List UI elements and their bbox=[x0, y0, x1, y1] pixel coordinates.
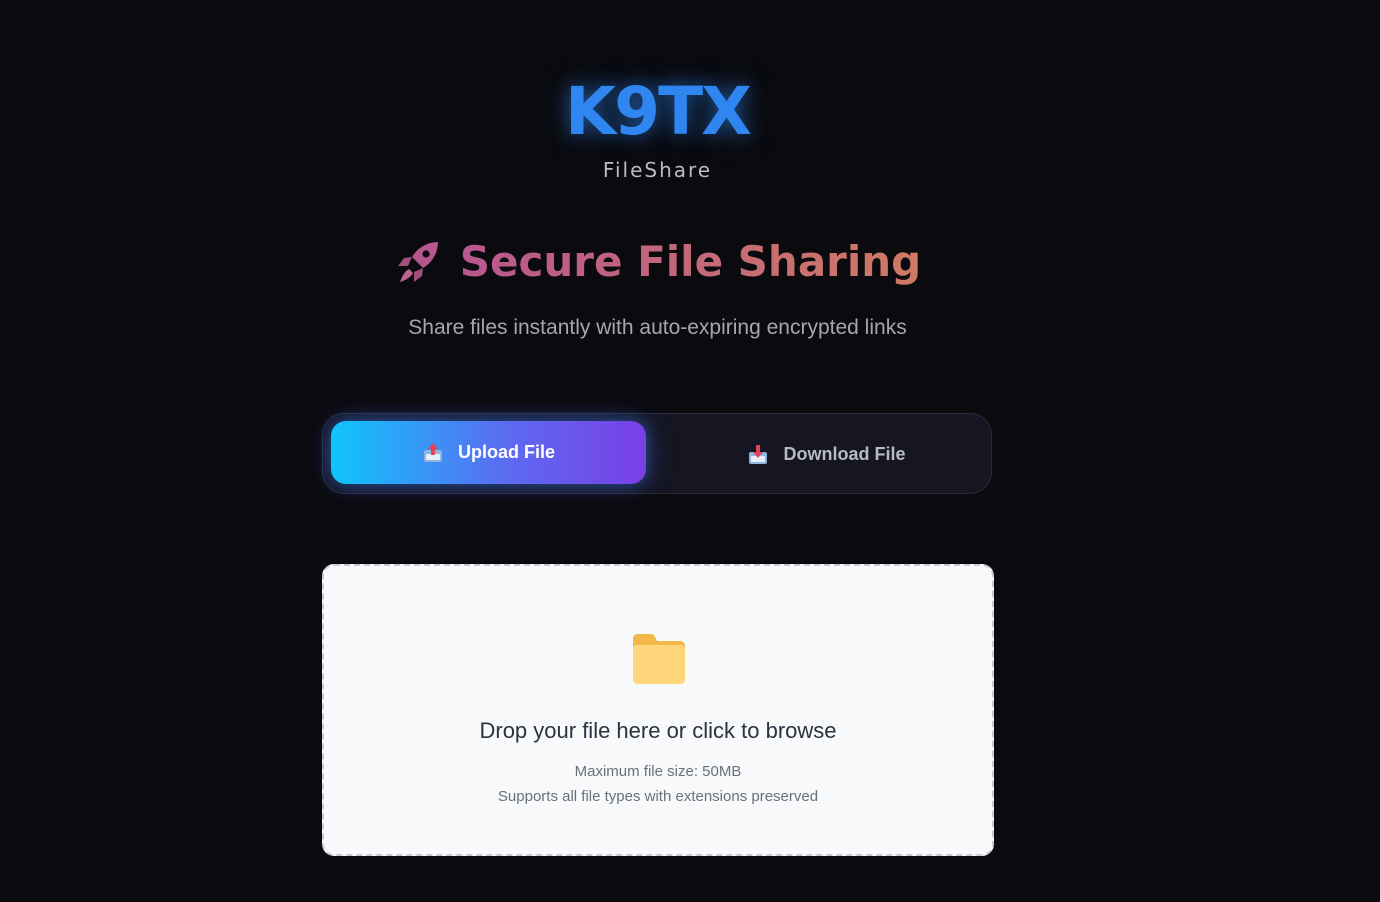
rocket-icon bbox=[397, 242, 438, 282]
max-file-size-note: Maximum file size: 50MB bbox=[574, 763, 742, 780]
supported-types-note: Supports all file types with extensions … bbox=[497, 788, 819, 805]
hero-subtitle: Share files instantly with auto-expiring… bbox=[408, 316, 907, 339]
brand-header: K9TX FileShare bbox=[0, 72, 1315, 182]
tab-upload-label: Upload File bbox=[457, 442, 555, 462]
folder-icon bbox=[633, 634, 685, 684]
hero-title-text: Secure File Sharing bbox=[460, 232, 922, 292]
download-tray-icon bbox=[749, 444, 768, 464]
hero: Secure File Sharing Share files instantl… bbox=[0, 232, 1315, 340]
tab-download[interactable]: Download File bbox=[669, 423, 984, 486]
logo-subtitle: FileShare bbox=[602, 158, 713, 182]
logo[interactable]: K9TX bbox=[0, 72, 1315, 152]
page: K9TX FileShare Secure File Sharing Share… bbox=[0, 0, 1380, 902]
hero-title: Secure File Sharing bbox=[394, 232, 922, 292]
file-dropzone[interactable]: Drop your file here or click to browse M… bbox=[322, 564, 994, 856]
tab-upload[interactable]: Upload File bbox=[331, 421, 646, 484]
mode-tabs: Upload File Download File bbox=[322, 413, 992, 494]
upload-tray-icon bbox=[423, 442, 442, 462]
dropzone-title: Drop your file here or click to browse bbox=[479, 718, 837, 743]
tab-download-label: Download File bbox=[783, 444, 906, 464]
